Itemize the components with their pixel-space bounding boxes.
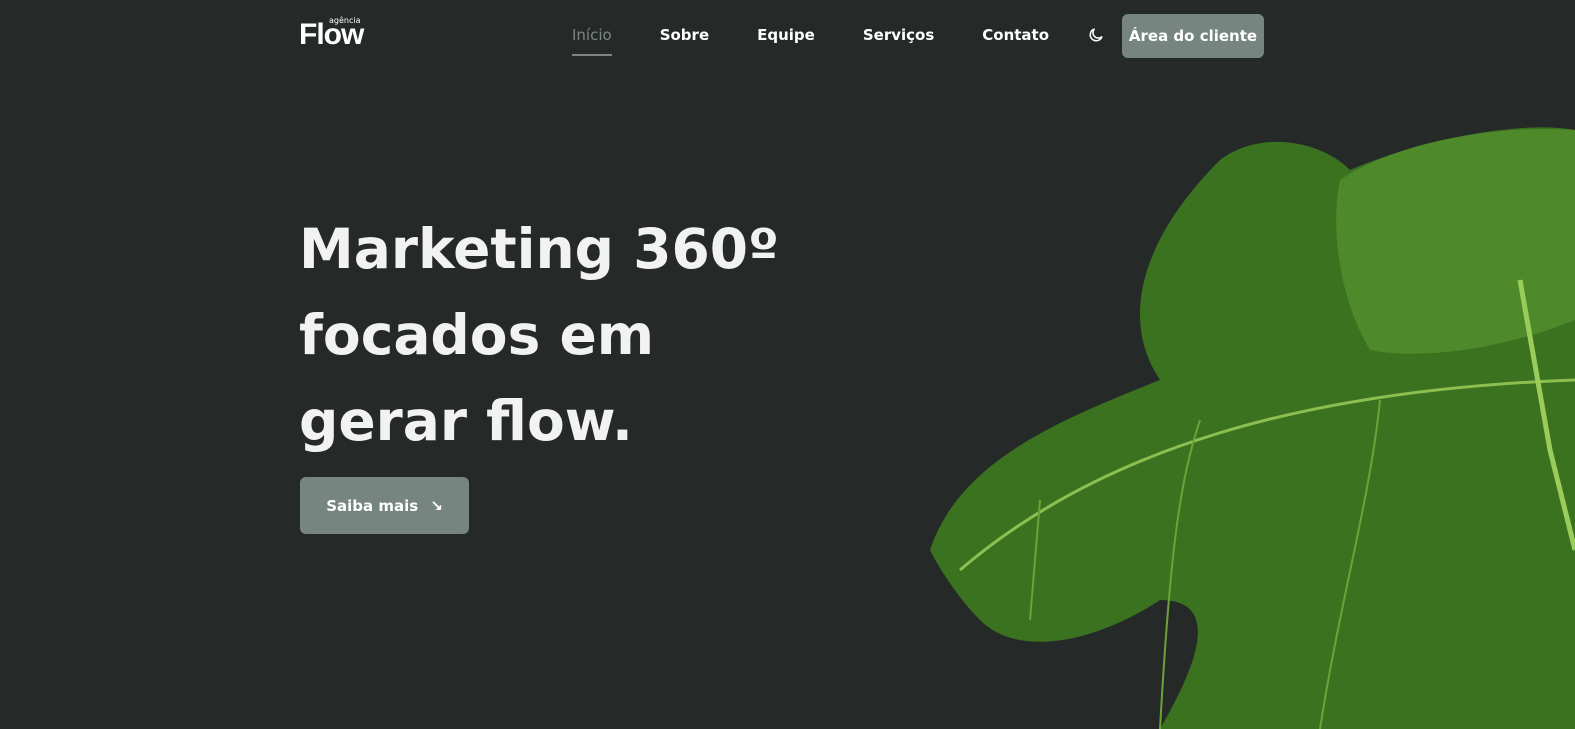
client-area-button[interactable]: Área do cliente bbox=[1122, 14, 1264, 58]
saiba-mais-button[interactable]: Saiba mais ↘ bbox=[300, 477, 469, 534]
nav-inicio[interactable]: Início bbox=[572, 26, 612, 56]
hero-title: Marketing 360º focados em gerar flow. bbox=[299, 217, 780, 453]
saiba-mais-label: Saiba mais bbox=[326, 496, 419, 515]
moon-icon[interactable] bbox=[1087, 26, 1105, 44]
logo-text: Flow bbox=[299, 18, 364, 51]
nav-contato[interactable]: Contato bbox=[982, 26, 1049, 44]
nav-servicos[interactable]: Serviços bbox=[863, 26, 934, 44]
nav-equipe[interactable]: Equipe bbox=[757, 26, 815, 44]
main-nav: Início Sobre Equipe Serviços Contato bbox=[572, 26, 1049, 56]
logo[interactable]: agência Flow bbox=[299, 16, 381, 52]
arrow-down-right-icon: ↘ bbox=[430, 496, 443, 515]
nav-sobre[interactable]: Sobre bbox=[660, 26, 709, 44]
monstera-leaf-image bbox=[930, 127, 1575, 729]
